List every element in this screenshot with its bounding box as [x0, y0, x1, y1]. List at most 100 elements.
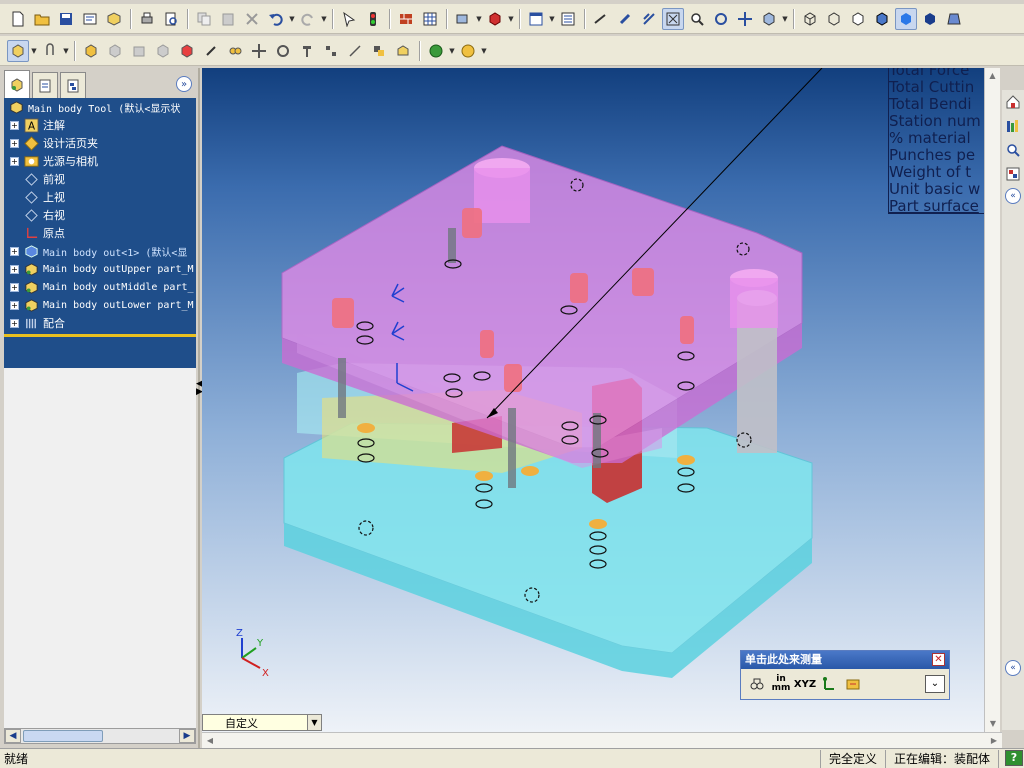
undo-button[interactable] [265, 8, 287, 30]
expand-toggle[interactable]: + [10, 120, 19, 130]
view-cube-button[interactable] [758, 8, 780, 30]
wireframe-button[interactable] [799, 8, 821, 30]
history-button[interactable] [841, 673, 865, 695]
tree-item-right-plane[interactable]: 右视 [4, 206, 196, 224]
rebuild-button[interactable] [362, 8, 384, 30]
insert-component-button[interactable] [7, 39, 29, 62]
measure-expand-button[interactable]: ⌄ [925, 675, 945, 693]
smart-fasteners-button[interactable] [296, 40, 318, 62]
file-properties-button[interactable] [395, 8, 417, 30]
display-style-button[interactable] [484, 8, 506, 30]
tab-configuration-manager[interactable] [60, 72, 86, 98]
tree-item-component-main-body-out[interactable]: + Main body out<1> (默认<显 [4, 242, 196, 260]
pan-button[interactable] [734, 8, 756, 30]
die-assembly-model[interactable]: Z Y X [202, 68, 984, 732]
hidden-lines-visible-button[interactable] [823, 8, 845, 30]
tree-item-upper-part[interactable]: + Main body outUpper part_M [4, 260, 196, 278]
expand-toggle[interactable]: + [10, 138, 19, 148]
taskpane-collapse-button[interactable]: « [1005, 188, 1021, 204]
toolbox-button[interactable] [425, 40, 447, 62]
window-layout-dropdown[interactable]: ▼ [548, 8, 556, 30]
hide-show-button[interactable] [176, 40, 198, 62]
expand-toggle[interactable]: + [10, 264, 19, 274]
shadows-button[interactable] [919, 8, 941, 30]
tree-root[interactable]: Main body Tool (默认<显示状 [4, 98, 196, 116]
expand-toggle[interactable]: + [10, 300, 19, 310]
toolbox-dropdown[interactable]: ▼ [448, 40, 456, 62]
measure-title-bar[interactable]: 单击此处来测量 ✕ [741, 651, 949, 669]
tree-item-mates[interactable]: + 配合 [4, 314, 196, 332]
insert-component-dropdown[interactable]: ▼ [30, 40, 38, 62]
rotate-view-button[interactable] [710, 8, 732, 30]
delete-button[interactable] [241, 8, 263, 30]
scroll-left-button[interactable]: ◀ [202, 733, 218, 749]
no-external-refs-button[interactable] [104, 40, 126, 62]
view-orientation-dropdown[interactable]: ▼ [475, 8, 483, 30]
graphics-viewport[interactable]: Z Y X Total Force Total Cuttin Total Ben… [202, 68, 984, 732]
pin-button[interactable] [614, 8, 636, 30]
scroll-right-button[interactable]: ▶ [179, 729, 195, 743]
view-cube-dropdown[interactable]: ▼ [781, 8, 789, 30]
copy-button[interactable] [193, 8, 215, 30]
simulation-button[interactable] [392, 40, 414, 62]
new-assembly-button[interactable] [152, 40, 174, 62]
scroll-left-button[interactable]: ◀ [5, 729, 21, 743]
move-component-button[interactable] [248, 40, 270, 62]
shaded-with-edges-button[interactable] [871, 8, 893, 30]
edit-mate-button[interactable] [224, 40, 246, 62]
hidden-lines-removed-button[interactable] [847, 8, 869, 30]
tree-item-front-plane[interactable]: 前视 [4, 170, 196, 188]
interference-detection-button[interactable] [368, 40, 390, 62]
print-button[interactable] [136, 8, 158, 30]
taskpane-palette-button[interactable] [1003, 164, 1023, 184]
expand-toggle[interactable]: + [10, 282, 19, 292]
tree-item-annotations[interactable]: + A 注解 [4, 116, 196, 134]
scroll-thumb[interactable] [23, 730, 103, 742]
panel-horizontal-scrollbar[interactable]: ◀ ▶ [4, 728, 196, 744]
scroll-down-button[interactable]: ▼ [985, 716, 1001, 732]
tree-item-lights-cameras[interactable]: + 光源与相机 [4, 152, 196, 170]
help-icon[interactable]: ? [1005, 749, 1023, 766]
taskpane-search-button[interactable] [1003, 140, 1023, 160]
expand-toggle[interactable]: + [10, 156, 19, 166]
task-list-button[interactable] [557, 8, 579, 30]
configuration-dropdown-arrow[interactable]: ▼ [307, 715, 321, 730]
edit-component-button[interactable] [80, 40, 102, 62]
undo-dropdown[interactable]: ▼ [288, 8, 296, 30]
new-document-button[interactable] [7, 8, 29, 30]
make-drawing-button[interactable] [79, 8, 101, 30]
open-button[interactable] [31, 8, 53, 30]
photoworks-dropdown[interactable]: ▼ [480, 40, 488, 62]
scroll-right-button[interactable]: ▶ [986, 733, 1002, 749]
new-part-button[interactable] [128, 40, 150, 62]
tree-item-lower-part[interactable]: + Main body outLower part_M [4, 296, 196, 314]
redo-button[interactable] [297, 8, 319, 30]
zoom-to-fit-button[interactable] [662, 7, 684, 30]
taskpane-collapse-bottom-button[interactable]: « [1005, 660, 1021, 676]
display-style-dropdown[interactable]: ▼ [507, 8, 515, 30]
taskpane-library-button[interactable] [1003, 116, 1023, 136]
expand-toggle[interactable]: + [10, 246, 19, 256]
tree-item-design-binder[interactable]: + 设计活页夹 [4, 134, 196, 152]
xyz-measure-button[interactable]: XYZ [793, 673, 817, 695]
change-suppression-button[interactable] [200, 40, 222, 62]
mate-button[interactable] [39, 40, 61, 62]
cross-section-button[interactable] [638, 8, 660, 30]
units-button[interactable]: in mm [769, 673, 793, 695]
tab-property-manager[interactable] [32, 72, 58, 98]
viewport-vertical-scrollbar[interactable]: ▲ ▼ [984, 68, 1000, 732]
measure-close-button[interactable]: ✕ [932, 653, 945, 666]
mate-dropdown[interactable]: ▼ [62, 40, 70, 62]
arc-circle-measure-button[interactable] [745, 673, 769, 695]
explode-line-sketch-button[interactable] [344, 40, 366, 62]
panel-splitter[interactable]: ◀ ▶ [196, 380, 203, 410]
paste-button[interactable] [217, 8, 239, 30]
view-orientation-button[interactable] [452, 8, 474, 30]
tree-item-origin[interactable]: 原点 [4, 224, 196, 242]
configuration-select[interactable]: 自定义 ▼ [202, 714, 322, 731]
viewport-horizontal-scrollbar[interactable]: ◀ ▶ [202, 732, 1002, 748]
rotate-component-button[interactable] [272, 40, 294, 62]
window-layout-button[interactable] [525, 8, 547, 30]
print-preview-button[interactable] [160, 8, 182, 30]
save-button[interactable] [55, 8, 77, 30]
